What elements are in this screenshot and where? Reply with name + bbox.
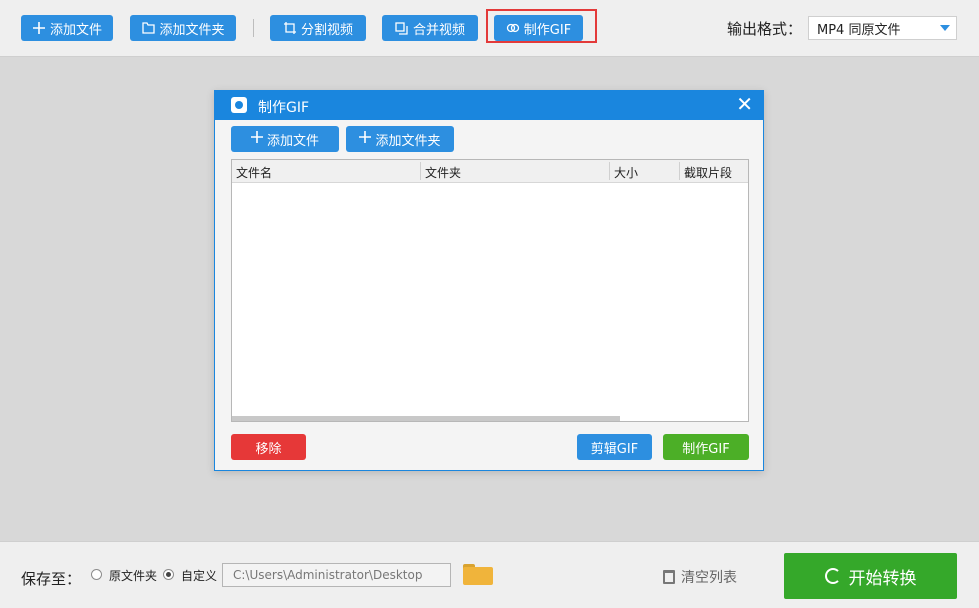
dialog-title: 制作GIF bbox=[258, 100, 310, 116]
toolbar-separator bbox=[253, 19, 254, 37]
add-file-button[interactable]: 添加文件 bbox=[21, 15, 113, 41]
add-file-label: 添加文件 bbox=[49, 22, 102, 38]
output-format-select[interactable]: MP4 同原文件 bbox=[808, 16, 957, 40]
app-icon bbox=[231, 97, 247, 113]
original-folder-label[interactable]: 原文件夹 bbox=[109, 567, 157, 584]
folder-icon bbox=[141, 21, 155, 35]
close-icon[interactable]: ✕ bbox=[736, 94, 753, 114]
create-gif-label: 制作GIF bbox=[682, 441, 730, 457]
custom-label[interactable]: 自定义 bbox=[181, 567, 217, 584]
add-folder-label: 添加文件夹 bbox=[159, 22, 225, 38]
refresh-icon bbox=[824, 568, 841, 584]
merge-video-button[interactable]: 合并视频 bbox=[382, 15, 478, 41]
save-to-label: 保存至： bbox=[21, 570, 82, 588]
crop-icon bbox=[283, 21, 297, 35]
clear-list-label: 清空列表 bbox=[681, 570, 737, 586]
split-video-button[interactable]: 分割视频 bbox=[270, 15, 366, 41]
file-list-table[interactable]: 文件名 文件夹 大小 截取片段 bbox=[231, 159, 749, 422]
create-gif-button[interactable]: 制作GIF bbox=[663, 434, 749, 460]
dialog-titlebar: 制作GIF ✕ bbox=[215, 91, 763, 120]
radio-original-folder[interactable] bbox=[91, 569, 102, 580]
output-path-input[interactable]: C:\Users\Administrator\Desktop bbox=[222, 563, 451, 587]
dialog-add-folder-label: 添加文件夹 bbox=[375, 133, 441, 149]
dialog-add-folder-button[interactable]: 添加文件夹 bbox=[346, 126, 454, 152]
column-header-filename[interactable]: 文件名 bbox=[236, 164, 272, 181]
trash-icon bbox=[663, 570, 675, 584]
column-divider[interactable] bbox=[609, 162, 610, 180]
merge-icon bbox=[395, 21, 409, 35]
dropdown-caret-icon bbox=[940, 25, 950, 31]
add-folder-button[interactable]: 添加文件夹 bbox=[130, 15, 236, 41]
folder-body bbox=[463, 567, 493, 585]
highlight-box bbox=[486, 9, 597, 43]
top-toolbar: 添加文件 添加文件夹 分割视频 合并视频 制作GIF 输出格式： MP4 同原文… bbox=[0, 0, 979, 57]
folder-icon[interactable] bbox=[463, 564, 493, 585]
column-divider[interactable] bbox=[420, 162, 421, 180]
column-divider[interactable] bbox=[679, 162, 680, 180]
dialog-add-file-button[interactable]: 添加文件 bbox=[231, 126, 339, 152]
column-header-folder[interactable]: 文件夹 bbox=[425, 164, 461, 181]
column-header-clip[interactable]: 截取片段 bbox=[684, 164, 732, 181]
split-video-label: 分割视频 bbox=[300, 22, 353, 38]
radio-custom[interactable] bbox=[163, 569, 174, 580]
bottom-bar: 保存至： 原文件夹 自定义 C:\Users\Administrator\Des… bbox=[0, 541, 979, 608]
make-gif-dialog: 制作GIF ✕ 添加文件 添加文件夹 文件名 文件夹 大小 截取片段 移除 剪辑… bbox=[214, 90, 764, 471]
clear-list-button[interactable]: 清空列表 bbox=[663, 567, 737, 587]
edit-gif-label: 剪辑GIF bbox=[590, 441, 639, 457]
output-path-value: C:\Users\Administrator\Desktop bbox=[233, 568, 423, 582]
plus-icon bbox=[250, 131, 263, 147]
edit-gif-button[interactable]: 剪辑GIF bbox=[577, 434, 652, 460]
start-convert-label: 开始转换 bbox=[848, 568, 917, 589]
table-header: 文件名 文件夹 大小 截取片段 bbox=[232, 160, 748, 183]
horizontal-scrollbar[interactable] bbox=[232, 416, 620, 421]
output-format-value: MP4 同原文件 bbox=[817, 22, 901, 38]
start-convert-button[interactable]: 开始转换 bbox=[784, 553, 957, 599]
remove-label: 移除 bbox=[255, 441, 282, 457]
plus-icon bbox=[359, 131, 372, 147]
output-format-label: 输出格式： bbox=[727, 20, 803, 38]
merge-video-label: 合并视频 bbox=[412, 22, 465, 38]
remove-button[interactable]: 移除 bbox=[231, 434, 306, 460]
plus-icon bbox=[32, 21, 46, 35]
column-header-size[interactable]: 大小 bbox=[614, 164, 638, 181]
dialog-add-file-label: 添加文件 bbox=[266, 133, 319, 149]
